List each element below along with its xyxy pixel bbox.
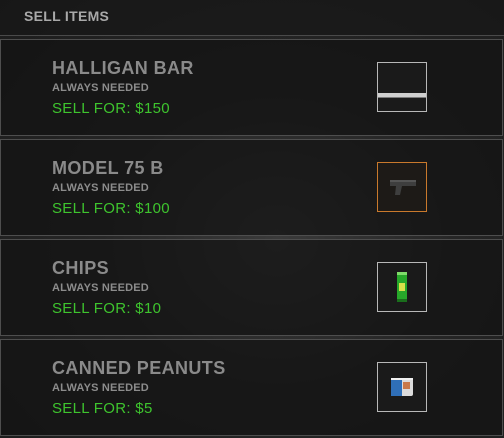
item-price: SELL FOR: $150 <box>52 100 170 117</box>
panel-title: SELL ITEMS <box>24 8 110 24</box>
sell-items-header: SELL ITEMS <box>0 0 504 36</box>
item-subtitle: ALWAYS NEEDED <box>52 82 149 94</box>
item-thumbnail <box>377 62 427 112</box>
pistol-icon <box>390 180 416 195</box>
item-thumbnail <box>377 362 427 412</box>
sell-item-model-75-b[interactable]: MODEL 75 B ALWAYS NEEDED SELL FOR: $100 <box>0 139 503 236</box>
sell-item-canned-peanuts[interactable]: CANNED PEANUTS ALWAYS NEEDED SELL FOR: $… <box>0 339 503 436</box>
chips-can-icon <box>397 272 407 302</box>
item-price: SELL FOR: $5 <box>52 400 153 417</box>
item-subtitle: ALWAYS NEEDED <box>52 182 149 194</box>
item-name: CHIPS <box>52 258 110 278</box>
sell-item-chips[interactable]: CHIPS ALWAYS NEEDED SELL FOR: $10 <box>0 239 503 336</box>
item-price: SELL FOR: $10 <box>52 300 162 317</box>
item-name: MODEL 75 B <box>52 158 164 178</box>
item-name: HALLIGAN BAR <box>52 58 194 78</box>
item-subtitle: ALWAYS NEEDED <box>52 282 149 294</box>
item-subtitle: ALWAYS NEEDED <box>52 382 149 394</box>
peanut-can-icon <box>391 378 413 396</box>
item-thumbnail <box>377 162 427 212</box>
item-thumbnail <box>377 262 427 312</box>
item-price: SELL FOR: $100 <box>52 200 170 217</box>
sell-item-halligan-bar[interactable]: HALLIGAN BAR ALWAYS NEEDED SELL FOR: $15… <box>0 39 503 136</box>
item-name: CANNED PEANUTS <box>52 358 226 378</box>
bar-icon <box>378 93 426 98</box>
